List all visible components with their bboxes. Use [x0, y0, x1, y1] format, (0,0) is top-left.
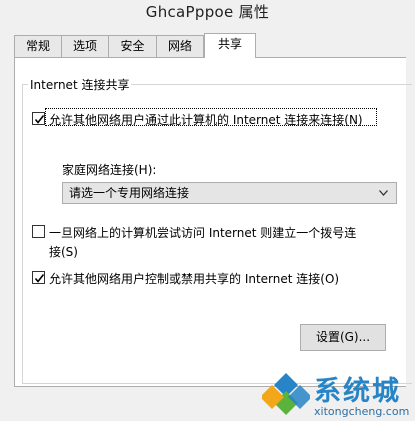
- home-network-label: 家庭网络连接(H):: [62, 163, 157, 177]
- checkmark-icon: [34, 115, 45, 124]
- tab-networking[interactable]: 网络: [156, 35, 204, 57]
- xitongcheng-logo-icon: [262, 373, 310, 415]
- sharing-panel: Internet 连接共享 允许其他网络用户通过此计算机的 Internet 连…: [14, 57, 412, 387]
- dial-on-demand-checkbox[interactable]: [32, 225, 45, 238]
- tab-options[interactable]: 选项: [61, 35, 109, 57]
- watermark: 系统城 xitongcheng.com: [262, 367, 412, 421]
- title-bar[interactable]: GhcaPppoe 属性: [0, 0, 415, 26]
- home-network-select-value: 请选一个专用网络连接: [69, 186, 190, 200]
- window-title: GhcaPppoe 属性: [145, 3, 270, 21]
- dial-on-demand-label-line2[interactable]: 接(S): [49, 242, 78, 263]
- allow-share-checkbox[interactable]: [32, 112, 45, 125]
- home-network-select[interactable]: 请选一个专用网络连接: [62, 182, 397, 204]
- checkmark-icon: [34, 274, 45, 283]
- chevron-down-icon: [379, 190, 388, 196]
- properties-dialog: GhcaPppoe 属性 常规 选项 安全 网络 共享 Internet 连接共…: [0, 0, 415, 421]
- watermark-url: xitongcheng.com: [314, 405, 410, 418]
- dial-on-demand-label-line1[interactable]: 一旦网络上的计算机尝试访问 Internet 则建立一个拨号连: [49, 223, 356, 244]
- tab-general[interactable]: 常规: [14, 35, 62, 57]
- tab-sharing[interactable]: 共享: [204, 33, 256, 58]
- group-label: Internet 连接共享: [28, 76, 132, 93]
- allow-control-checkbox[interactable]: [32, 271, 45, 284]
- allow-share-label[interactable]: 允许其他网络用户通过此计算机的 Internet 连接来连接(N): [49, 110, 363, 131]
- watermark-name: 系统城: [314, 376, 401, 407]
- tab-security[interactable]: 安全: [108, 35, 157, 57]
- settings-button[interactable]: 设置(G)...: [300, 324, 386, 351]
- allow-control-label[interactable]: 允许其他网络用户控制或禁用共享的 Internet 连接(O): [49, 269, 339, 290]
